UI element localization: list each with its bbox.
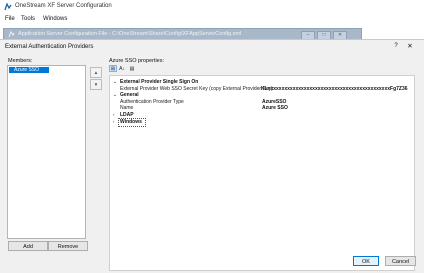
properties-label: Azure SSO properties: <box>109 58 165 64</box>
menu-file[interactable]: File <box>5 16 15 22</box>
property-value[interactable]: Azure SSO <box>262 105 288 111</box>
add-button[interactable]: Add <box>8 241 48 251</box>
property-grid-toolbar: ⊞ A↓ ▤ <box>109 65 139 73</box>
app-titlebar: OneStream XF Server Configuration <box>0 0 424 14</box>
members-label: Members: <box>8 58 33 64</box>
move-down-button[interactable]: ▼ <box>90 79 102 90</box>
chevron-right-icon[interactable]: › <box>113 112 115 118</box>
property-row-name[interactable]: Name Azure SSO <box>110 105 414 111</box>
property-pages-icon[interactable]: ▤ <box>128 65 136 72</box>
members-list[interactable]: Azure SSO <box>7 65 86 239</box>
document-icon <box>8 31 15 38</box>
menubar: File Tools Windows <box>0 14 424 25</box>
menu-tools[interactable]: Tools <box>21 16 35 22</box>
alphabetical-sort-icon[interactable]: A↓ <box>118 65 126 72</box>
member-item-azure-sso[interactable]: Azure SSO <box>9 67 49 73</box>
property-name: Name <box>120 105 134 111</box>
cancel-button[interactable]: Cancel <box>385 256 416 266</box>
app-logo-icon <box>4 3 12 11</box>
ok-button[interactable]: OK <box>353 256 379 266</box>
chevron-down-icon[interactable]: ⌄ <box>113 92 117 98</box>
category-name: Windows <box>120 119 142 125</box>
app-title: OneStream XF Server Configuration <box>15 3 112 9</box>
category-general[interactable]: ⌄ General <box>110 92 414 98</box>
remove-button[interactable]: Remove <box>48 241 88 251</box>
config-file-window-title: Application Server Configuration File - … <box>18 31 242 37</box>
dialog-title: External Authentication Providers <box>5 44 94 50</box>
category-ldap[interactable]: › LDAP <box>110 112 414 118</box>
chevron-down-icon[interactable]: ⌄ <box>113 79 117 85</box>
category-name: External Provider Single Sign On <box>120 79 199 85</box>
external-auth-providers-dialog: External Authentication Providers ? ✕ Me… <box>0 39 424 273</box>
property-grid: ⌄ External Provider Single Sign On Exter… <box>109 75 415 271</box>
close-button[interactable]: ✕ <box>405 42 415 51</box>
help-button[interactable]: ? <box>391 42 401 51</box>
arrow-up-icon: ▲ <box>93 70 99 75</box>
move-up-button[interactable]: ▲ <box>90 67 102 78</box>
categorized-view-icon[interactable]: ⊞ <box>109 65 117 72</box>
category-sso[interactable]: ⌄ External Provider Single Sign On <box>110 79 414 85</box>
chevron-right-icon[interactable]: › <box>113 119 115 125</box>
category-windows[interactable]: › Windows <box>110 118 414 127</box>
menu-windows[interactable]: Windows <box>43 16 67 22</box>
arrow-down-icon: ▼ <box>93 82 99 87</box>
category-name: General <box>120 92 139 98</box>
